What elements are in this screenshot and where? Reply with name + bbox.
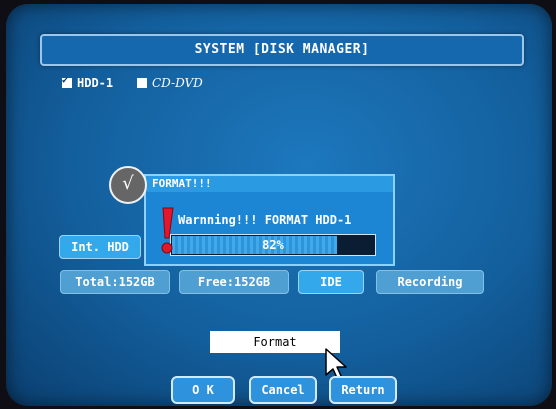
exclamation-icon [161, 207, 174, 254]
checkbox-unchecked-icon [137, 78, 147, 88]
usage-field: Recording [376, 270, 484, 294]
dialog-title-bar: FORMAT!!! [146, 176, 393, 192]
interface-field: IDE [298, 270, 364, 294]
monitor-bezel: SYSTEM [DISK MANAGER] ✔ HDD-1 CD-DVD Int… [0, 0, 556, 409]
format-progress-bar: 82% [170, 234, 376, 256]
checkbox-hdd-1[interactable]: ✔ HDD-1 [62, 75, 114, 90]
free-capacity-field: Free:152GB [179, 270, 289, 294]
page-title: SYSTEM [DISK MANAGER] [194, 42, 370, 57]
return-button[interactable]: Return [329, 376, 397, 404]
checkbox-cd-dvd[interactable]: CD-DVD [137, 76, 203, 90]
dvr-screen: SYSTEM [DISK MANAGER] ✔ HDD-1 CD-DVD Int… [6, 4, 552, 406]
checkmark-badge-icon: √ [109, 166, 147, 204]
ok-button[interactable]: O K [171, 376, 235, 404]
progress-label: 82% [262, 238, 284, 252]
checkbox-hdd-1-label: HDD-1 [77, 76, 114, 90]
tab-int-hdd[interactable]: Int. HDD [59, 235, 141, 259]
total-capacity-field: Total:152GB [60, 270, 170, 294]
checkbox-cd-dvd-label: CD-DVD [152, 76, 203, 90]
dialog-body: Warnning!!! FORMAT HDD-1 82% [146, 192, 393, 264]
format-dialog: FORMAT!!! Warnning!!! FORMAT HDD-1 82% [144, 174, 395, 266]
dialog-message: Warnning!!! FORMAT HDD-1 [178, 213, 352, 227]
title-bar: SYSTEM [DISK MANAGER] [40, 34, 524, 66]
checkbox-checked-icon: ✔ [62, 75, 72, 88]
format-button[interactable]: Format [210, 331, 340, 353]
cancel-button[interactable]: Cancel [249, 376, 317, 404]
dialog-title: FORMAT!!! [152, 177, 212, 190]
